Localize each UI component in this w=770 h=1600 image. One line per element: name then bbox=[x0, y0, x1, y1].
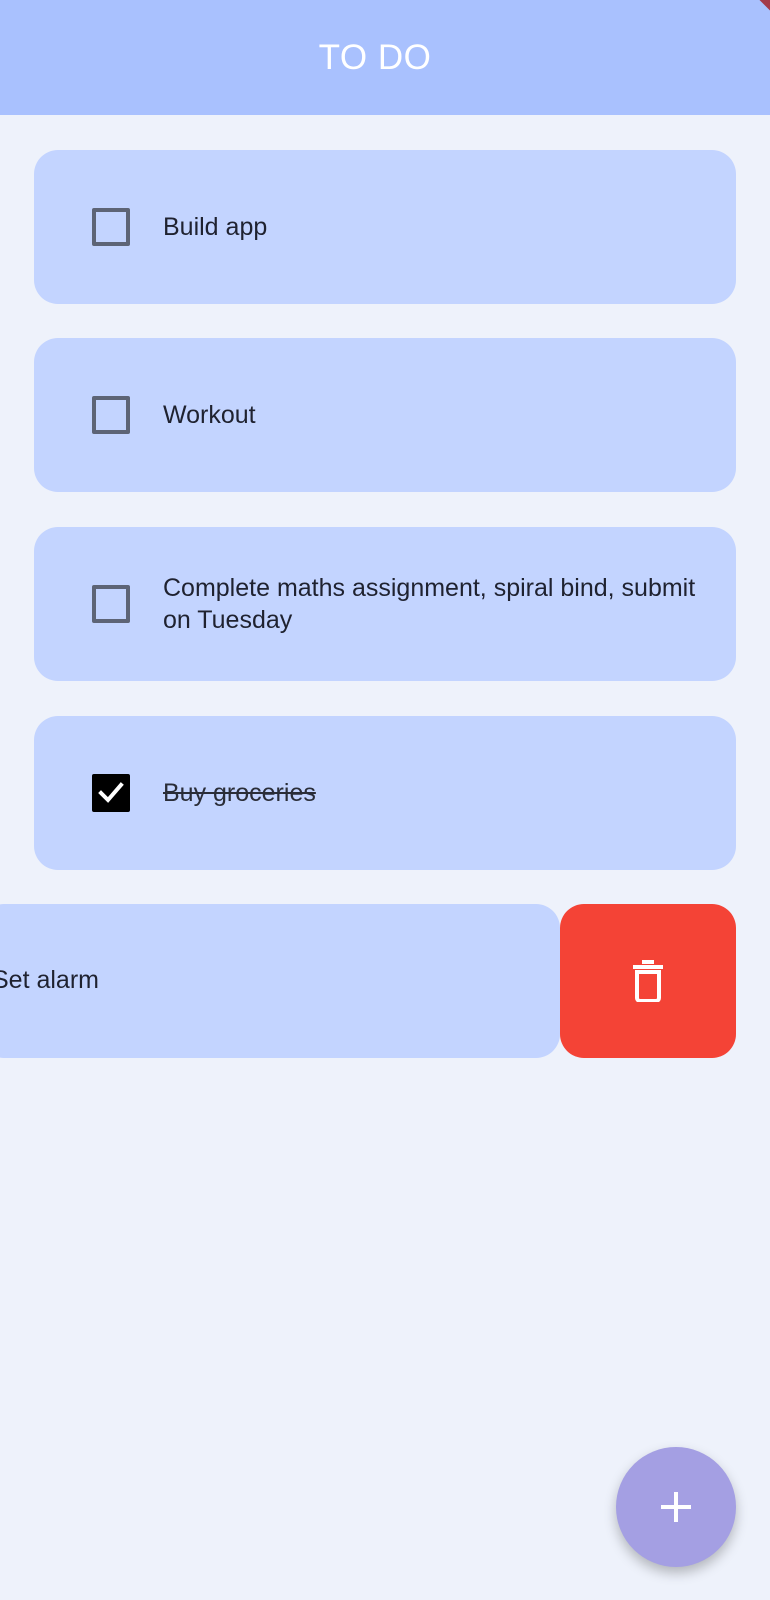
task-checkbox[interactable] bbox=[92, 396, 130, 434]
trash-icon bbox=[633, 960, 663, 1002]
debug-banner bbox=[706, 0, 770, 32]
task-checkbox[interactable] bbox=[92, 585, 130, 623]
task-card-swiped[interactable]: Set alarm bbox=[0, 904, 560, 1058]
page-title: TO DO bbox=[318, 37, 432, 77]
task-label: Build app bbox=[163, 213, 268, 241]
task-label: Buy groceries bbox=[163, 779, 316, 807]
task-checkbox[interactable] bbox=[92, 208, 130, 246]
delete-button[interactable] bbox=[560, 904, 736, 1058]
app-bar: TO DO bbox=[0, 0, 770, 115]
task-card[interactable]: Buy groceries bbox=[34, 716, 736, 870]
task-card[interactable]: Workout bbox=[34, 338, 736, 492]
task-checkbox-checked[interactable] bbox=[92, 774, 130, 812]
task-label: Workout bbox=[163, 401, 256, 429]
task-label: Complete maths assignment, spiral bind, … bbox=[163, 574, 696, 634]
task-card[interactable]: Build app bbox=[34, 150, 736, 304]
checkmark-icon bbox=[98, 782, 124, 803]
task-label: Set alarm bbox=[0, 966, 99, 994]
add-task-button[interactable] bbox=[616, 1447, 736, 1567]
task-card[interactable]: Complete maths assignment, spiral bind, … bbox=[34, 527, 736, 681]
plus-icon bbox=[661, 1492, 691, 1522]
